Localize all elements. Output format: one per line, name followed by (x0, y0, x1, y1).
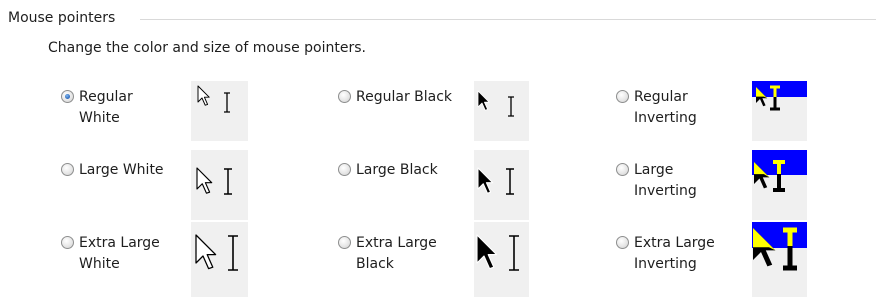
radio-button-icon[interactable] (338, 90, 351, 103)
arrow-pointer-icon (477, 90, 490, 111)
arrow-pointer-icon (197, 85, 210, 106)
radio-button-icon[interactable] (61, 163, 74, 176)
radio-button-icon[interactable] (616, 236, 629, 249)
text-select-pointer-icon (508, 96, 514, 117)
group-title: Mouse pointers (8, 10, 122, 26)
preview-extra-large-black (474, 222, 529, 297)
preview-extra-large-white (191, 222, 248, 297)
option-label: Large Black (356, 162, 438, 178)
arrow-pointer-icon (477, 167, 494, 194)
radio-button-icon[interactable] (61, 90, 74, 103)
text-select-pointer-icon (506, 168, 514, 195)
group-divider (140, 19, 876, 20)
option-regular-black[interactable]: Regular Black (338, 87, 452, 108)
option-extra-large-white[interactable]: Extra Large White (61, 233, 160, 275)
option-large-white[interactable]: Large White (61, 160, 164, 181)
preview-large-inverting (752, 150, 807, 220)
radio-button-icon[interactable] (616, 163, 629, 176)
option-label: Extra Large Inverting (634, 235, 715, 272)
option-label: Extra Large White (79, 235, 160, 272)
preview-regular-inverting (752, 81, 807, 141)
option-label: Regular White (79, 89, 133, 126)
option-label: Large White (79, 162, 164, 178)
arrow-pointer-icon (196, 167, 213, 194)
radio-button-icon[interactable] (338, 236, 351, 249)
preview-regular-black (474, 81, 529, 141)
option-label: Regular Inverting (634, 89, 697, 126)
option-large-inverting[interactable]: Large Inverting (616, 160, 697, 202)
option-extra-large-inverting[interactable]: Extra Large Inverting (616, 233, 715, 275)
radio-button-icon[interactable] (338, 163, 351, 176)
text-select-pointer-icon (224, 92, 230, 113)
arrow-pointer-icon (195, 234, 217, 270)
radio-button-icon[interactable] (616, 90, 629, 103)
arrow-pointer-icon (476, 234, 498, 270)
option-extra-large-black[interactable]: Extra Large Black (338, 233, 437, 275)
preview-extra-large-inverting (752, 222, 807, 297)
option-regular-white[interactable]: Regular White (61, 87, 133, 129)
text-select-pointer-icon (509, 235, 519, 271)
option-regular-inverting[interactable]: Regular Inverting (616, 87, 697, 129)
preview-regular-white (191, 81, 248, 141)
pointer-description: Change the color and size of mouse point… (48, 40, 366, 56)
preview-large-white (191, 150, 248, 220)
preview-large-black (474, 150, 529, 220)
option-label: Extra Large Black (356, 235, 437, 272)
option-label: Regular Black (356, 89, 453, 105)
radio-button-icon[interactable] (61, 236, 74, 249)
option-label: Large Inverting (634, 162, 697, 199)
text-select-pointer-icon (228, 235, 238, 271)
text-select-pointer-icon (224, 168, 232, 195)
option-large-black[interactable]: Large Black (338, 160, 438, 181)
